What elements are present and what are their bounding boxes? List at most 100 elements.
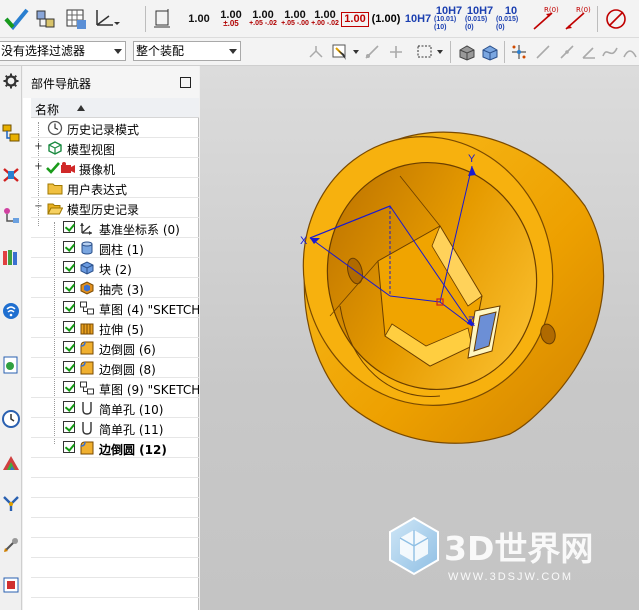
- tree-row-block[interactable]: 块 (2): [31, 258, 199, 278]
- fit-class-button[interactable]: 10H7: [403, 4, 433, 34]
- angle-icon[interactable]: [579, 42, 599, 62]
- tree-row-label: 边倒圆 (6): [99, 343, 156, 357]
- feature-checkbox[interactable]: [63, 361, 75, 373]
- tolerance-bilateral-button[interactable]: 1.00 ±.05: [216, 4, 246, 34]
- tree-row-simple-hole-11[interactable]: 简单孔 (11): [31, 418, 199, 438]
- part-model[interactable]: [275, 110, 605, 444]
- column-header-name[interactable]: 名称: [31, 98, 199, 118]
- navigator-title-bar: 部件导航器: [23, 66, 199, 98]
- gear-icon[interactable]: [0, 68, 22, 94]
- tree-row-edge-blend-6[interactable]: 边倒圆 (6): [31, 338, 199, 358]
- tree-row-cylinder[interactable]: 圆柱 (1): [31, 238, 199, 258]
- selection-toolbar: 没有选择过滤器 整个装配: [0, 38, 639, 66]
- snap-end-icon[interactable]: [362, 42, 382, 62]
- feature-checkbox[interactable]: [63, 321, 75, 333]
- tree-row-shell[interactable]: 抽壳 (3): [31, 278, 199, 298]
- empty-row: [31, 578, 199, 598]
- fit-sub: (10.01) (10): [434, 16, 457, 31]
- feature-checkbox[interactable]: [63, 421, 75, 433]
- feature-checkbox[interactable]: [63, 341, 75, 353]
- tree-row-simple-hole-10[interactable]: 简单孔 (10): [31, 398, 199, 418]
- visualization-palette-icon[interactable]: [0, 450, 22, 476]
- snap-mid-icon[interactable]: [386, 42, 406, 62]
- tolerance-limits-button[interactable]: 1.00 +.05 -.02: [248, 4, 278, 34]
- line-point-icon[interactable]: [557, 42, 577, 62]
- part-navigator-icon[interactable]: [0, 202, 22, 228]
- tolerance-none-button[interactable]: 1.00: [184, 4, 214, 34]
- assembly-navigator-icon[interactable]: [0, 120, 22, 146]
- tolerance-upper-button[interactable]: 1.00 +.05 -.00: [280, 4, 310, 34]
- expand-plus-icon[interactable]: +: [34, 142, 43, 152]
- constraint-navigator-icon[interactable]: [0, 162, 22, 188]
- collapse-minus-icon[interactable]: −: [34, 202, 43, 212]
- edge-blend-icon: [80, 341, 94, 355]
- tree-row-datum-csys[interactable]: 基准坐标系 (0): [31, 218, 199, 238]
- tree-row-sketch-4[interactable]: 草图 (4) "SKETCH_000": [31, 298, 199, 318]
- tree-row-model-history[interactable]: − 模型历史记录: [31, 198, 199, 218]
- snap-point-icon[interactable]: [306, 42, 326, 62]
- navigator-title: 部件导航器: [31, 77, 92, 91]
- tree-row-model-views[interactable]: + 模型视图: [31, 138, 199, 158]
- radius-button[interactable]: R(0): [530, 4, 560, 34]
- coordinate-icon[interactable]: [92, 4, 122, 34]
- manufacturing-wizard-icon[interactable]: [0, 532, 22, 558]
- feature-checkbox[interactable]: [63, 261, 75, 273]
- feature-checkbox[interactable]: [63, 301, 75, 313]
- snap-intersection-icon[interactable]: [509, 42, 529, 62]
- graphics-viewport[interactable]: Y X Z 3D世界网 WWW.3DSJW.COM: [200, 66, 639, 610]
- hd3d-tools-icon[interactable]: [0, 298, 22, 324]
- fit-tolerance-button[interactable]: 10H7 (0.015) (0): [465, 4, 495, 34]
- tolerance-label: 1.00: [284, 9, 306, 21]
- feature-checkbox[interactable]: [63, 241, 75, 253]
- finish-check-icon[interactable]: [2, 4, 30, 34]
- wireframe-view-icon[interactable]: [479, 42, 501, 62]
- diameter-icon[interactable]: [602, 4, 630, 34]
- basic-dimension-button[interactable]: 1.00: [340, 4, 370, 34]
- web-browser-icon[interactable]: [0, 352, 22, 378]
- model-canvas[interactable]: Y X Z 3D世界网 WWW.3DSJW.COM: [200, 66, 639, 610]
- tolerance-lower-button[interactable]: 1.00 +.00 -.02: [310, 4, 340, 34]
- type-filter-value: 没有选择过滤器: [1, 44, 86, 58]
- feature-checkbox[interactable]: [63, 281, 75, 293]
- tree-row-cameras[interactable]: + 摄像机: [31, 158, 199, 178]
- tree-row-edge-blend-12[interactable]: 边倒圆 (12): [31, 438, 199, 458]
- curve-icon[interactable]: [621, 42, 639, 62]
- tree-row-history-mode[interactable]: 历史记录模式: [31, 118, 199, 138]
- chevron-down-icon[interactable]: [352, 42, 360, 62]
- sort-ascending-icon[interactable]: [77, 105, 85, 111]
- line-icon[interactable]: [533, 42, 553, 62]
- tolerance-label: 1.00: [314, 9, 336, 21]
- feature-checkbox[interactable]: [63, 401, 75, 413]
- system-material-icon[interactable]: [0, 572, 22, 598]
- feature-checkbox[interactable]: [63, 441, 75, 453]
- reference-dimension-button[interactable]: (1.00): [371, 4, 401, 34]
- tree-row-label: 模型视图: [67, 143, 116, 157]
- extrude-icon: [80, 323, 94, 335]
- history-clock-icon[interactable]: [0, 406, 22, 432]
- dimension-style-icon[interactable]: [150, 4, 176, 34]
- fit-value-button[interactable]: 10 (0.015) (0): [496, 4, 526, 34]
- type-filter-combo[interactable]: 没有选择过滤器: [0, 41, 126, 61]
- feature-checkbox[interactable]: [63, 221, 75, 233]
- tree-row-edge-blend-8[interactable]: 边倒圆 (8): [31, 358, 199, 378]
- radius-label: R(0): [576, 6, 591, 14]
- spline-icon[interactable]: [600, 42, 620, 62]
- maximize-icon[interactable]: [180, 77, 191, 88]
- reuse-library-icon[interactable]: [0, 244, 22, 270]
- feature-checkbox[interactable]: [63, 381, 75, 393]
- shaded-view-icon[interactable]: [456, 42, 478, 62]
- radius-center-button[interactable]: R(0): [562, 4, 592, 34]
- table-grid-icon[interactable]: [62, 4, 90, 34]
- process-studio-icon[interactable]: [0, 490, 22, 516]
- rectangle-select-icon[interactable]: [414, 42, 436, 62]
- tree-row-extrude[interactable]: 拉伸 (5): [31, 318, 199, 338]
- tree-row-user-expressions[interactable]: 用户表达式: [31, 178, 199, 198]
- fit-limits-button[interactable]: 10H7 (10.01) (10): [434, 4, 464, 34]
- assembly-icon[interactable]: [32, 4, 60, 34]
- expand-plus-icon[interactable]: +: [34, 162, 43, 172]
- select-feature-icon[interactable]: [328, 42, 352, 62]
- empty-row: [31, 458, 199, 478]
- scope-combo[interactable]: 整个装配: [133, 41, 241, 61]
- chevron-down-icon[interactable]: [436, 42, 444, 62]
- tree-row-sketch-9[interactable]: 草图 (9) "SKETCH_001": [31, 378, 199, 398]
